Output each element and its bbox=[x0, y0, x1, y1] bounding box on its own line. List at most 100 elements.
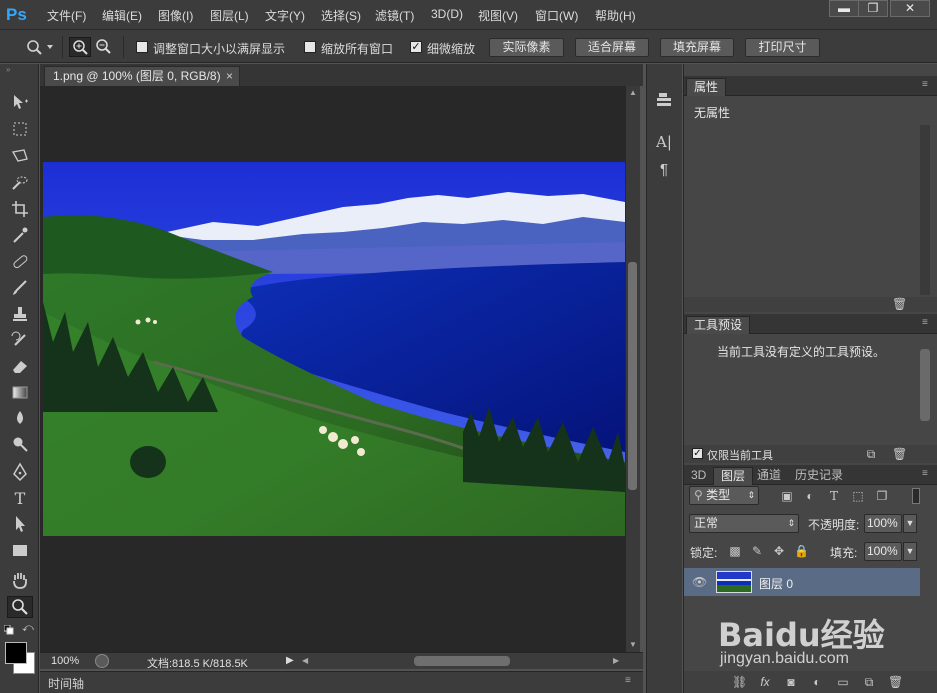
close-document-icon[interactable]: × bbox=[226, 67, 233, 85]
character-panel-icon[interactable]: A| bbox=[653, 132, 675, 152]
tool-presets-dock-button[interactable] bbox=[653, 90, 675, 110]
zoom-in-button[interactable] bbox=[69, 37, 91, 57]
timeline-panel[interactable]: 时间轴 ≡ bbox=[40, 671, 643, 693]
actual-pixels-button[interactable]: 实际像素 bbox=[489, 38, 564, 57]
tab-layers[interactable]: 图层 bbox=[713, 467, 754, 485]
menu-type[interactable]: 文字(Y) bbox=[265, 7, 305, 24]
lock-transparent-icon[interactable]: ▩ bbox=[728, 544, 742, 558]
lock-all-icon[interactable]: 🔒 bbox=[794, 544, 809, 558]
filter-pixel-icon[interactable]: ▣ bbox=[780, 489, 794, 503]
filter-type-icon[interactable]: T bbox=[827, 489, 841, 503]
fill-input[interactable]: 100% bbox=[864, 542, 902, 561]
zoom-out-button[interactable] bbox=[93, 37, 115, 57]
opacity-dropdown-icon[interactable]: ▼ bbox=[903, 514, 917, 533]
tab-history[interactable]: 历史记录 bbox=[788, 467, 850, 485]
trash-icon[interactable]: 🗑 bbox=[892, 297, 907, 311]
status-share-icon[interactable] bbox=[95, 654, 109, 668]
type-tool[interactable]: T bbox=[7, 488, 33, 510]
stamp-icon bbox=[13, 307, 27, 321]
foreground-color-swatch[interactable] bbox=[5, 642, 27, 664]
eye-icon[interactable]: 👁 bbox=[692, 575, 707, 589]
history-brush-tool[interactable] bbox=[7, 330, 33, 352]
path-selection-tool[interactable] bbox=[7, 514, 33, 536]
filter-adjustment-icon[interactable]: ◐ bbox=[803, 489, 817, 503]
eraser-tool[interactable] bbox=[7, 356, 33, 378]
crop-tool[interactable] bbox=[7, 199, 33, 221]
marquee-tool[interactable] bbox=[7, 119, 33, 141]
tab-channels[interactable]: 通道 bbox=[750, 467, 788, 485]
eyedropper-tool[interactable] bbox=[7, 225, 33, 247]
dodge-tool[interactable] bbox=[7, 434, 33, 456]
menu-filter[interactable]: 滤镜(T) bbox=[375, 7, 414, 24]
document-tab[interactable]: 1.png @ 100% (图层 0, RGB/8) × bbox=[44, 66, 240, 86]
paragraph-panel-icon[interactable]: ¶ bbox=[653, 160, 675, 180]
blur-tool[interactable] bbox=[7, 408, 33, 430]
menu-3d[interactable]: 3D(D) bbox=[431, 7, 463, 21]
zoom-all-windows-checkbox[interactable] bbox=[304, 41, 316, 53]
menu-file[interactable]: 文件(F) bbox=[47, 7, 86, 24]
menu-select[interactable]: 选择(S) bbox=[321, 7, 361, 24]
tab-3d[interactable]: 3D bbox=[684, 467, 713, 485]
layer-filter-kind-select[interactable]: ⚲ 类型 ⇕ bbox=[689, 486, 759, 505]
tool-presets-menu-icon[interactable]: ≡ bbox=[922, 318, 934, 328]
clone-stamp-tool[interactable] bbox=[7, 304, 33, 326]
lock-position-icon[interactable]: ✥ bbox=[772, 544, 786, 558]
rectangle-tool[interactable] bbox=[7, 540, 33, 562]
swap-colors-icon[interactable]: ⤺ bbox=[22, 622, 34, 634]
hand-tool[interactable] bbox=[7, 570, 33, 592]
lasso-tool[interactable] bbox=[7, 146, 33, 168]
menu-help[interactable]: 帮助(H) bbox=[595, 7, 636, 24]
tab-properties[interactable]: 属性 bbox=[686, 78, 727, 96]
close-button[interactable]: ✕ bbox=[890, 0, 930, 17]
maximize-button[interactable]: ❐ bbox=[858, 0, 888, 17]
zoom-tool[interactable] bbox=[7, 596, 33, 618]
panel-collapse-icon[interactable]: » bbox=[6, 66, 32, 74]
filter-toggle-switch[interactable] bbox=[912, 488, 920, 504]
tool-presets-scrollbar[interactable] bbox=[920, 349, 930, 421]
pen-tool[interactable] bbox=[7, 462, 33, 484]
menu-layer[interactable]: 图层(L) bbox=[210, 7, 249, 24]
zoom-tool-preset-picker[interactable] bbox=[24, 38, 54, 56]
marquee-icon bbox=[13, 122, 27, 136]
minimize-button[interactable]: ▬ bbox=[829, 0, 859, 17]
menu-image[interactable]: 图像(I) bbox=[158, 7, 193, 24]
fill-dropdown-icon[interactable]: ▼ bbox=[903, 542, 917, 561]
filter-shape-icon[interactable]: ⬚ bbox=[851, 489, 865, 503]
only-current-tool-checkbox[interactable]: ✓ bbox=[692, 448, 703, 459]
fit-screen-button[interactable]: 适合屏幕 bbox=[575, 38, 649, 57]
gradient-tool[interactable] bbox=[7, 382, 33, 404]
horizontal-scrollbar-thumb[interactable] bbox=[414, 656, 510, 666]
tab-tool-presets[interactable]: 工具预设 bbox=[686, 316, 751, 334]
status-menu-icon[interactable]: ▶ bbox=[286, 655, 294, 666]
brush-tool[interactable] bbox=[7, 278, 33, 300]
layers-menu-icon[interactable]: ≡ bbox=[922, 469, 934, 479]
new-preset-icon[interactable]: ⧉ bbox=[864, 447, 878, 461]
move-tool[interactable] bbox=[7, 92, 33, 114]
print-size-button[interactable]: 打印尺寸 bbox=[745, 38, 820, 57]
scroll-left-icon[interactable]: ◀ bbox=[302, 656, 308, 665]
zoom-level[interactable]: 100% bbox=[51, 655, 79, 667]
canvas-image[interactable] bbox=[43, 162, 625, 536]
scroll-right-icon[interactable]: ▶ bbox=[613, 656, 619, 665]
default-colors-icon[interactable] bbox=[3, 624, 14, 635]
scrubby-zoom-checkbox[interactable]: ✓ bbox=[410, 41, 422, 53]
timeline-menu-icon[interactable]: ≡ bbox=[625, 675, 631, 686]
blend-mode-select[interactable]: 正常 ⇕ bbox=[689, 514, 799, 533]
vertical-scrollbar-thumb[interactable] bbox=[628, 262, 637, 490]
scroll-down-icon[interactable]: ▼ bbox=[629, 640, 637, 649]
resize-windows-checkbox[interactable] bbox=[136, 41, 148, 53]
fill-screen-button[interactable]: 填充屏幕 bbox=[660, 38, 734, 57]
opacity-input[interactable]: 100% bbox=[864, 514, 902, 533]
document-size: 文档:818.5 K/818.5K bbox=[147, 658, 248, 670]
quick-selection-tool[interactable] bbox=[7, 173, 33, 195]
menu-view[interactable]: 视图(V) bbox=[478, 7, 518, 24]
menu-window[interactable]: 窗口(W) bbox=[535, 7, 578, 24]
scroll-up-icon[interactable]: ▲ bbox=[629, 88, 637, 97]
filter-smart-object-icon[interactable]: ❐ bbox=[875, 489, 889, 503]
properties-menu-icon[interactable]: ≡ bbox=[922, 80, 934, 90]
lock-image-icon[interactable]: ✎ bbox=[750, 544, 764, 558]
properties-scrollbar[interactable] bbox=[920, 125, 930, 295]
delete-preset-icon[interactable]: 🗑 bbox=[892, 447, 907, 461]
menu-edit[interactable]: 编辑(E) bbox=[102, 7, 142, 24]
healing-brush-tool[interactable] bbox=[7, 252, 33, 274]
